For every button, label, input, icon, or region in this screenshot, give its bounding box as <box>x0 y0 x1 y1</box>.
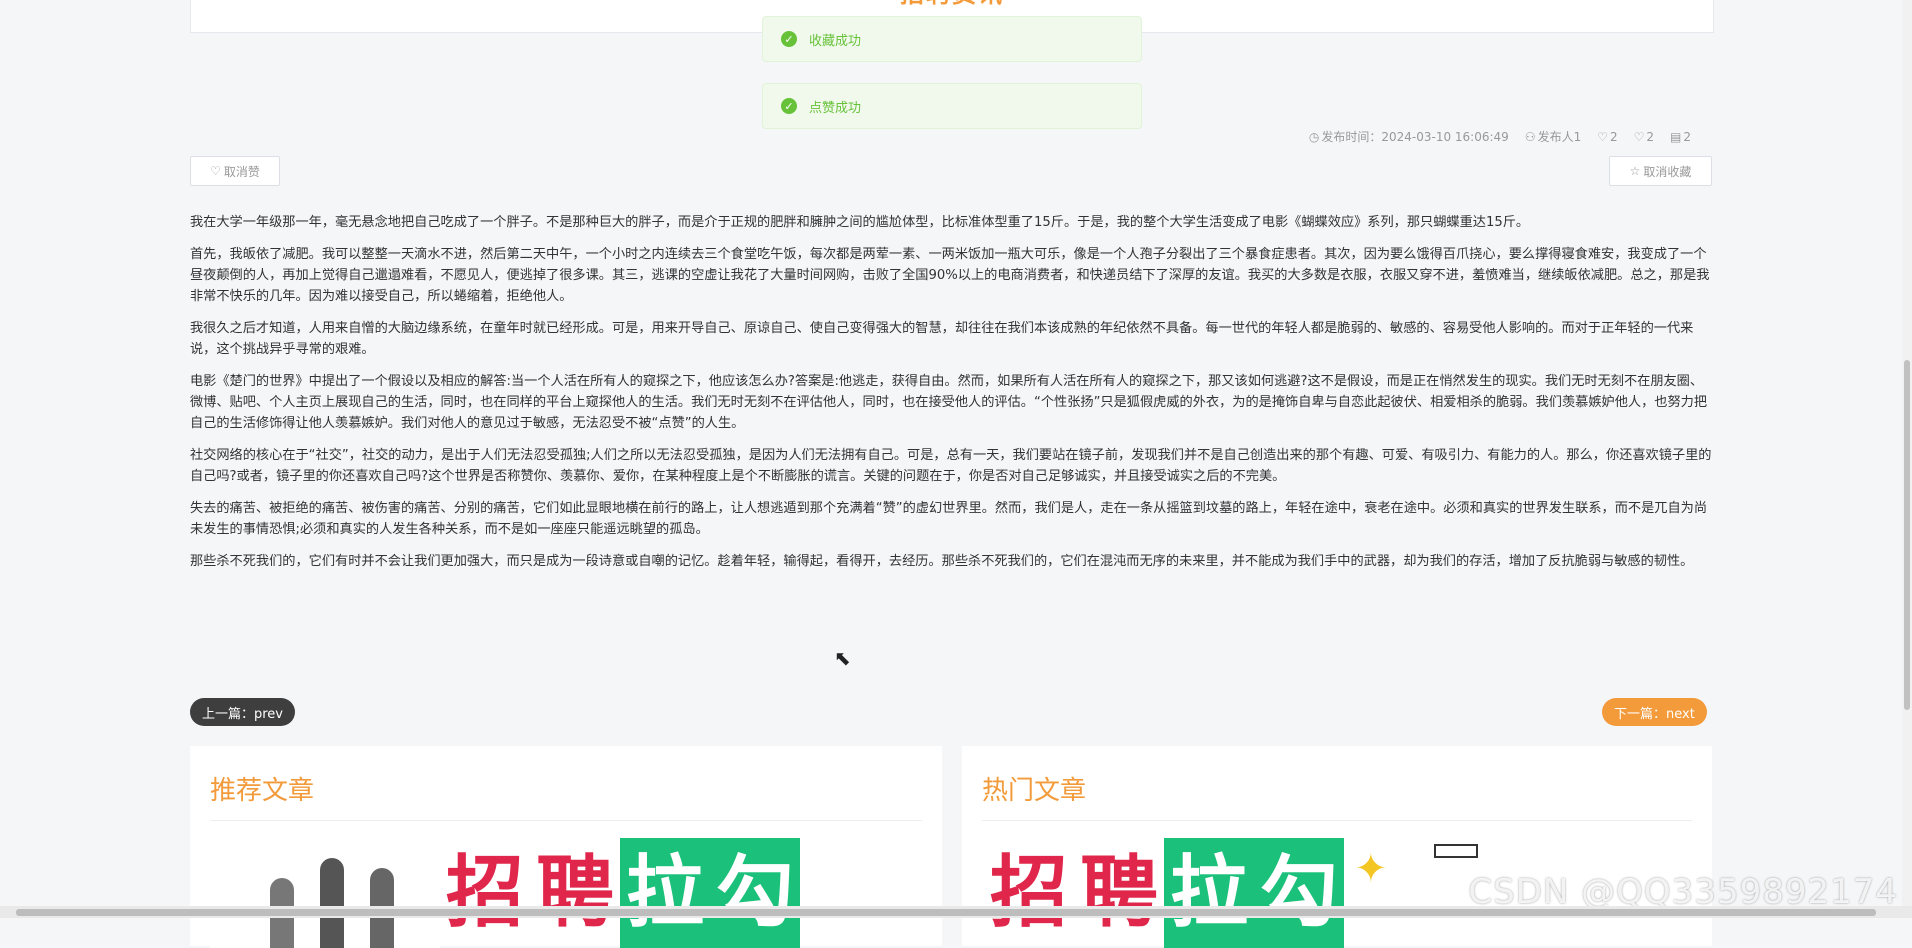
hot-title: 热门文章 <box>982 776 1087 806</box>
article-paragraph: 电影《楚门的世界》中提出了一个假设以及相应的解答:当一个人活在所有人的窥探之下，… <box>190 374 1708 431</box>
next-article-link[interactable]: 下一篇：next <box>1602 698 1707 726</box>
article-paragraph: 那些杀不死我们的，它们有时并不会让我们更加强大，而只是成为一段诗意或自嘲的记忆。… <box>190 554 1694 569</box>
toast-collect-success: ✓ 收藏成功 <box>762 16 1142 62</box>
article-paragraph: 我在大学一年级那一年，毫无悬念地把自己吃成了一个胖子。不是那种巨大的胖子，而是介… <box>190 215 1530 230</box>
prev-article-link[interactable]: 上一篇：prev <box>190 698 296 726</box>
comment-icon: ▤ <box>1670 129 1682 144</box>
recommended-title: 推荐文章 <box>210 776 315 806</box>
toast-like-success: ✓ 点赞成功 <box>762 83 1142 129</box>
horizontal-scrollbar[interactable] <box>0 906 1912 918</box>
author: ⚇ 发布人1 <box>1524 130 1582 144</box>
scrollbar-thumb[interactable] <box>1904 360 1910 710</box>
article-paragraph: 首先，我皈依了减肥。我可以整整一天滴水不进，然后第二天中午，一个小时之内连续去三… <box>190 247 1710 304</box>
banner-char: 拉 <box>620 838 711 948</box>
uncollect-button[interactable]: ☆ 取消收藏 <box>1609 156 1712 186</box>
recommended-article-banner[interactable]: 招 聘 拉 勾 <box>210 838 922 948</box>
success-check-icon: ✓ <box>781 98 797 114</box>
heart-icon: ♡ <box>210 164 221 178</box>
banner-char: 聘 <box>1080 848 1159 938</box>
article-paragraph: 失去的痛苦、被拒绝的痛苦、被伤害的痛苦、分别的痛苦，它们如此显眼地横在前行的路上… <box>190 501 1708 537</box>
toast-text: 收藏成功 <box>809 33 862 49</box>
dislike-count: ♡ 2 <box>1633 129 1655 144</box>
article-paragraph: 社交网络的核心在于“社交”，社交的动力，是出于人们无法忍受孤独;人们之所以无法忍… <box>190 448 1712 484</box>
banner-char: 拉 <box>1164 838 1255 948</box>
success-check-icon: ✓ <box>781 31 797 47</box>
user-icon: ⚇ <box>1524 130 1536 144</box>
comment-count: ▤ 2 <box>1670 129 1691 144</box>
banner-char: 招 <box>990 848 1069 938</box>
thumb-icon: ♡ <box>1633 129 1645 144</box>
mouse-cursor: ⬉ <box>834 646 851 670</box>
banner-char: 勾 <box>710 838 801 948</box>
divider <box>210 820 922 821</box>
article-paragraph: 我很久之后才知道，人用来自憎的大脑边缘系统，在童年时就已经形成。可是，用来开导自… <box>190 321 1694 357</box>
banner-char: 聘 <box>536 848 615 938</box>
unlike-button[interactable]: ♡ 取消赞 <box>190 156 280 186</box>
publish-time: ◷ 发布时间：2024-03-10 16:06:49 <box>1308 130 1509 144</box>
article-body: 我在大学一年级那一年，毫无悬念地把自己吃成了一个胖子。不是那种巨大的胖子，而是介… <box>190 212 1712 583</box>
like-count: ♡ 2 <box>1597 129 1618 144</box>
scrollbar-thumb[interactable] <box>16 909 1876 916</box>
banner-char: 招 <box>446 848 525 938</box>
banner-char: 勾 <box>1254 838 1345 948</box>
page-title: 招聘资讯 <box>191 0 1713 9</box>
star-icon: ☆ <box>1629 164 1641 178</box>
clock-icon: ◷ <box>1308 130 1320 144</box>
business-figures-image <box>210 838 440 948</box>
divider <box>982 820 1692 821</box>
toast-text: 点赞成功 <box>809 100 862 116</box>
thumb-up-icon: ♡ <box>1597 129 1608 144</box>
vertical-scrollbar[interactable] <box>1902 0 1912 918</box>
article-meta: ◷ 发布时间：2024-03-10 16:06:49 ⚇ 发布人1 ♡ 2 ♡ 2 ▤ 2 <box>1309 128 1691 145</box>
